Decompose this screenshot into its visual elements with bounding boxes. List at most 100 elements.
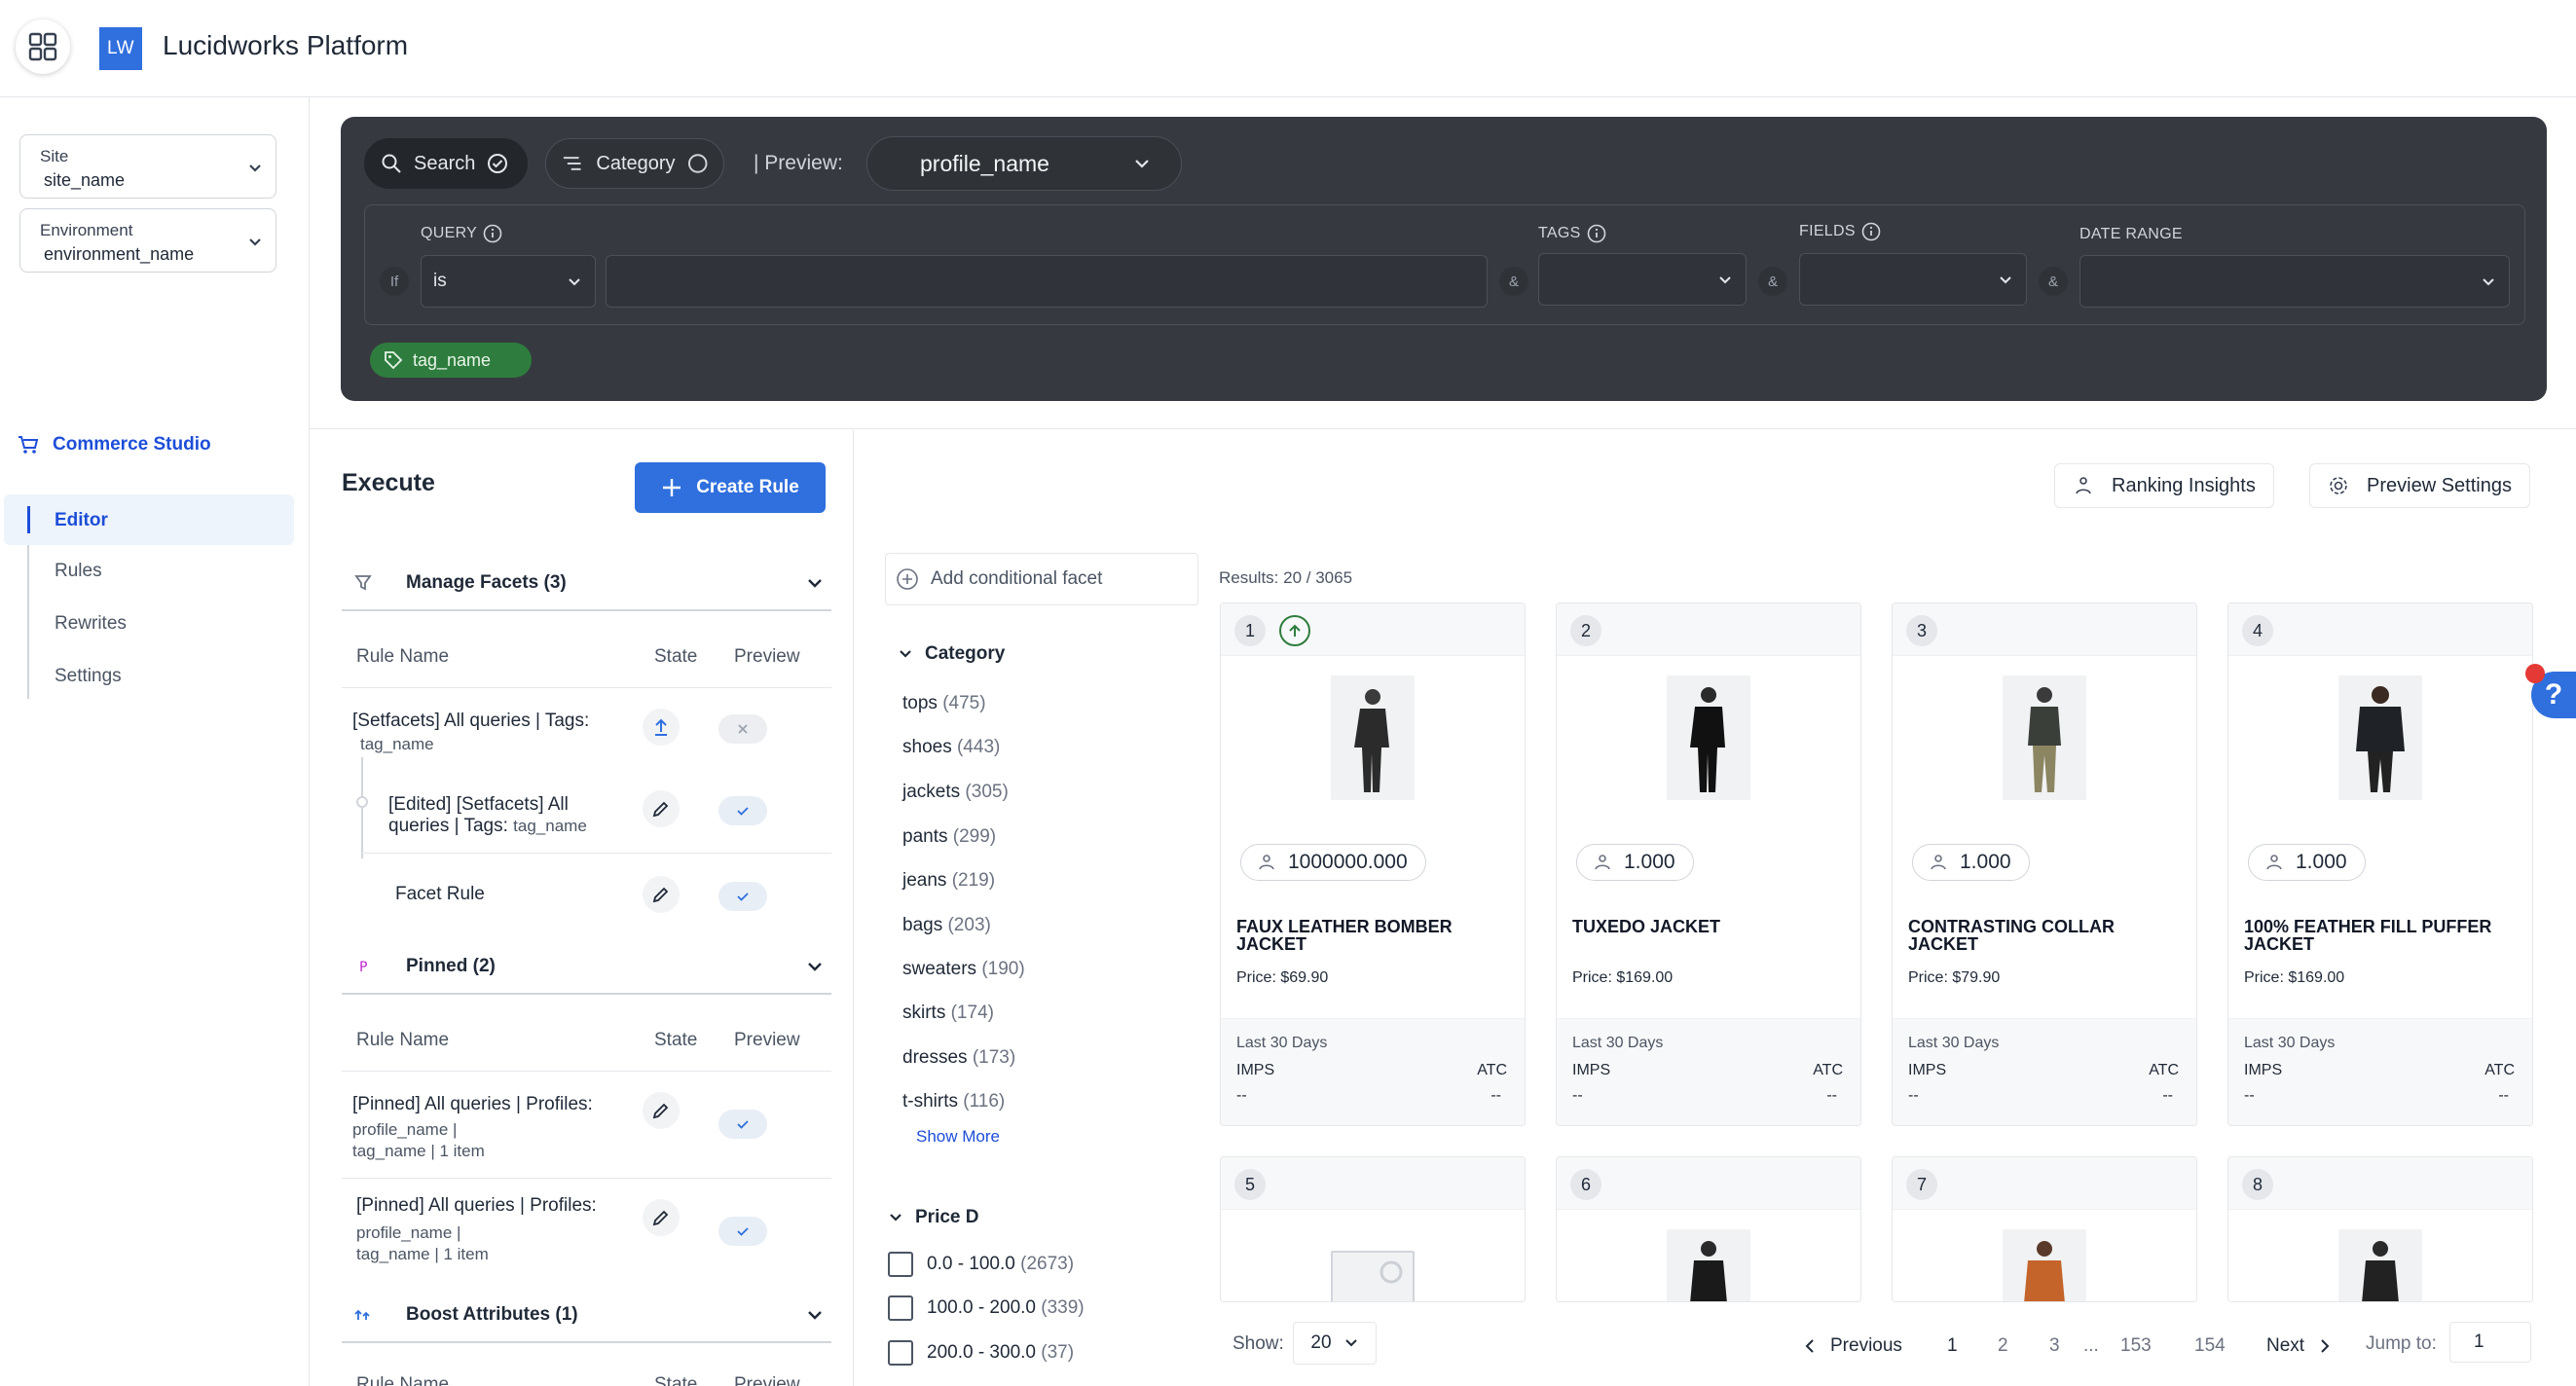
edit-button[interactable] — [643, 1092, 680, 1129]
price-facet-header[interactable]: Price D — [888, 1207, 978, 1228]
checkbox[interactable] — [888, 1340, 913, 1366]
stats-imps-value: -- — [1908, 1087, 1919, 1104]
date-range-select[interactable] — [2079, 255, 2510, 308]
profile-select[interactable]: profile_name — [866, 136, 1182, 191]
pinned-rule-1-tag: tag_name | 1 item — [352, 1142, 485, 1160]
product-card[interactable]: 5 — [1220, 1156, 1526, 1302]
price-option[interactable]: 0.0 - 100.0 (2673) — [888, 1252, 1074, 1277]
facet-item[interactable]: jeans (219) — [902, 870, 995, 892]
preview-toggle[interactable] — [718, 1110, 767, 1139]
pinned-header[interactable]: P Pinned (2) — [342, 940, 831, 995]
product-card[interactable]: 3 1.000 CONTRASTING COLLAR JACKET Price:… — [1892, 602, 2197, 1126]
search-mode-pill[interactable]: Search — [364, 138, 528, 189]
facet-item[interactable]: pants (299) — [902, 826, 996, 848]
tags-select[interactable] — [1538, 253, 1747, 306]
app-launcher-button[interactable] — [16, 19, 70, 74]
jump-to-input[interactable]: 1 — [2449, 1322, 2531, 1363]
checkbox[interactable] — [888, 1295, 913, 1321]
person-icon — [1259, 855, 1274, 870]
site-select[interactable]: Site site_name — [19, 134, 276, 199]
category-mode-label: Category — [596, 152, 676, 174]
preview-toggle[interactable] — [718, 714, 767, 744]
sidebar-item-rewrites[interactable]: Rewrites — [55, 613, 127, 635]
facet-item[interactable]: skirts (174) — [902, 1003, 994, 1024]
info-icon[interactable] — [483, 224, 502, 243]
fields-select[interactable] — [1799, 253, 2027, 306]
stats-period: Last 30 Days — [1572, 1035, 1664, 1051]
boost-attributes-header[interactable]: Boost Attributes (1) — [342, 1289, 831, 1343]
price-option[interactable]: 200.0 - 300.0 (37) — [888, 1340, 1074, 1366]
preview-settings-button[interactable]: Preview Settings — [2309, 463, 2530, 508]
price-option[interactable]: 100.0 - 200.0 (339) — [888, 1295, 1085, 1321]
facet-item[interactable]: shoes (443) — [902, 737, 1000, 758]
manage-facets-header[interactable]: Manage Facets (3) — [342, 557, 831, 611]
environment-select[interactable]: Environment environment_name — [19, 208, 276, 273]
facet-item[interactable]: tops (475) — [902, 693, 986, 714]
product-card[interactable]: 8 — [2227, 1156, 2533, 1302]
card-header: 5 — [1221, 1157, 1525, 1210]
facet-rule-3[interactable]: Facet Rule — [395, 884, 485, 905]
facet-rule-2[interactable]: [Edited] [Setfacets] All queries | Tags:… — [388, 794, 587, 837]
ranking-insights-button[interactable]: Ranking Insights — [2054, 463, 2274, 508]
operator-select[interactable]: is — [421, 255, 596, 308]
price-facet-title: Price D — [915, 1207, 979, 1227]
and-badge: & — [1758, 267, 1787, 296]
sidebar-item-settings[interactable]: Settings — [55, 666, 122, 687]
preview-toggle[interactable] — [718, 796, 767, 825]
create-rule-button[interactable]: Create Rule — [635, 462, 826, 513]
product-card[interactable]: 6 — [1556, 1156, 1861, 1302]
site-value: site_name — [44, 170, 126, 190]
previous-page-button[interactable]: Previous — [1803, 1335, 1902, 1357]
category-facet-header[interactable]: Category — [898, 643, 1005, 665]
product-title-line-1: TUXEDO JACKET — [1572, 917, 1721, 936]
price-count: (37) — [1041, 1342, 1075, 1363]
product-card[interactable]: 1 1000000.000 FAUX LEATHER BOMBER JACKET… — [1220, 602, 1526, 1126]
product-card[interactable]: 2 1.000 TUXEDO JACKET Price: $169.00 Las… — [1556, 602, 1861, 1126]
facet-item[interactable]: dresses (173) — [902, 1047, 1015, 1069]
show-more-link[interactable]: Show More — [916, 1127, 1000, 1147]
facet-item[interactable]: bags (203) — [902, 915, 991, 936]
edit-button[interactable] — [643, 1199, 680, 1236]
chevron-left-icon — [1805, 1339, 1814, 1353]
page-2[interactable]: 2 — [1998, 1335, 2008, 1357]
add-conditional-facet-button[interactable]: Add conditional facet — [885, 553, 1198, 605]
person-icon — [1931, 855, 1946, 870]
preview-toggle[interactable] — [718, 1217, 767, 1246]
tag-chip[interactable]: tag_name — [370, 343, 532, 378]
checkbox[interactable] — [888, 1252, 913, 1277]
page-1[interactable]: 1 — [1947, 1335, 1958, 1357]
facet-item[interactable]: sweaters (190) — [902, 959, 1025, 980]
facet-item[interactable]: t-shirts (116) — [902, 1091, 1005, 1112]
commerce-studio-link[interactable]: Commerce Studio — [18, 434, 211, 456]
chevron-down-icon[interactable] — [804, 1304, 826, 1326]
page-153[interactable]: 153 — [2120, 1335, 2152, 1357]
price-range: 200.0 - 300.0 — [927, 1342, 1036, 1363]
page-154[interactable]: 154 — [2194, 1335, 2226, 1357]
product-card[interactable]: 7 — [1892, 1156, 2197, 1302]
product-card[interactable]: 4 1.000 100% FEATHER FILL PUFFER JACKET … — [2227, 602, 2533, 1126]
card-header: 3 — [1893, 603, 2196, 656]
facet-item-count: (173) — [972, 1047, 1016, 1068]
pinned-rule-2[interactable]: [Pinned] All queries | Profiles: profile… — [356, 1195, 597, 1265]
rank-badge: 8 — [2242, 1169, 2273, 1200]
edit-button[interactable] — [643, 876, 680, 913]
chevron-down-icon[interactable] — [804, 956, 826, 977]
facet-item[interactable]: jackets (305) — [902, 782, 1009, 803]
sidebar-item-rules[interactable]: Rules — [55, 561, 102, 582]
page-3[interactable]: 3 — [2049, 1335, 2060, 1357]
facet-rule-2-title-1: [Edited] [Setfacets] All — [388, 794, 569, 815]
preview-toggle[interactable] — [718, 882, 767, 911]
page-size-select[interactable]: 20 — [1293, 1322, 1377, 1365]
category-mode-pill[interactable]: Category — [545, 138, 724, 189]
next-page-button[interactable]: Next — [2266, 1335, 2332, 1357]
facet-rule-1[interactable]: [Setfacets] All queries | Tags: tag_name — [352, 711, 589, 755]
app-title: Lucidworks Platform — [163, 30, 409, 60]
sidebar-item-editor[interactable]: Editor — [55, 510, 108, 531]
info-icon[interactable] — [1861, 222, 1881, 241]
query-input[interactable] — [606, 255, 1488, 308]
chevron-down-icon[interactable] — [804, 572, 826, 594]
upload-state-button[interactable] — [643, 709, 680, 746]
info-icon[interactable] — [1587, 224, 1606, 243]
pinned-rule-1[interactable]: [Pinned] All queries | Profiles: profile… — [352, 1094, 593, 1162]
edit-button[interactable] — [643, 790, 680, 827]
